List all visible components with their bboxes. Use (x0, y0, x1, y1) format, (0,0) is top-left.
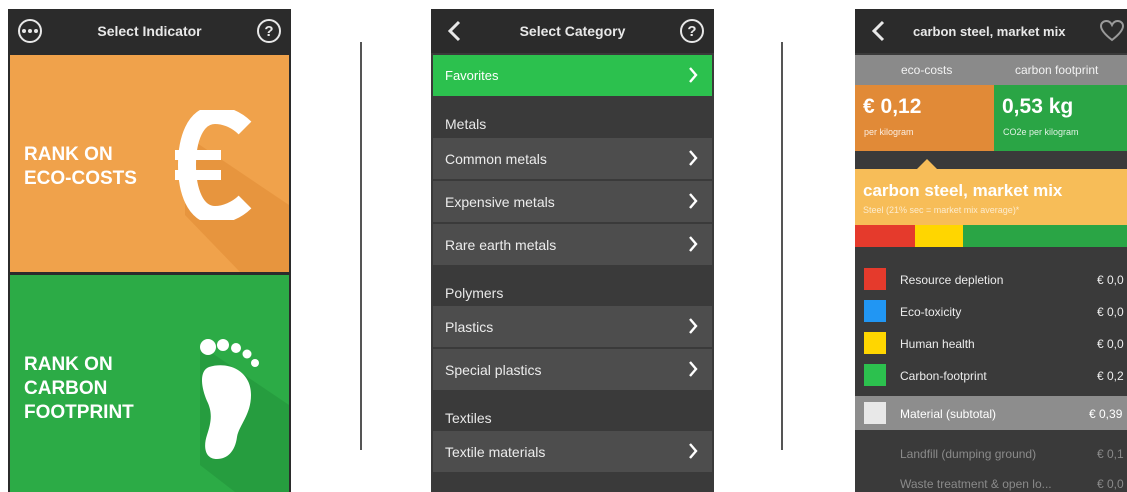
more-dots-icon[interactable] (18, 19, 42, 43)
end-of-life-row: Landfill (dumping ground) € 0,1 (900, 447, 1127, 461)
material-detail-screen: carbon steel, market mix eco-costs carbo… (855, 9, 1127, 492)
impact-name: Eco-toxicity (900, 305, 962, 319)
end-of-life-row: Waste treatment & open lo... € 0,0 (900, 477, 1127, 491)
chevron-right-icon (689, 443, 698, 459)
help-icon[interactable]: ? (257, 19, 281, 43)
subtotal-value: € 0,39 (1089, 407, 1123, 421)
score-segment-green (963, 225, 1127, 247)
top-bar: Select Indicator ? (8, 9, 291, 53)
material-subtotal-row: Material (subtotal) € 0,39 (855, 396, 1127, 430)
end-of-life-value: € 0,0 (1097, 477, 1124, 491)
impact-value: € 0,0 (1097, 337, 1124, 351)
indicator-tabs: eco-costs carbon footprint (855, 55, 1127, 85)
screen-title: carbon steel, market mix (913, 23, 1066, 39)
score-segment-yellow (915, 225, 963, 247)
tab-eco-costs[interactable]: eco-costs (901, 63, 952, 77)
impact-name: Resource depletion (900, 273, 1004, 287)
footprint-icon (200, 339, 259, 459)
favorites-label: Favorites (445, 68, 499, 83)
impact-name: Human health (900, 337, 975, 351)
material-card: carbon steel, market mix Steel (21% sec … (855, 169, 1127, 225)
rank-carbon-footprint-tile[interactable]: RANK ON CARBON FOOTPRINT (10, 275, 289, 492)
chevron-right-icon (689, 236, 698, 252)
impact-row: Eco-toxicity € 0,0 (855, 297, 1127, 327)
eco-costs-unit: per kilogram (864, 127, 914, 137)
favorites-row[interactable]: Favorites (433, 55, 712, 96)
eco-costs-value: € 0,12 (863, 95, 922, 118)
rank-eco-costs-tile[interactable]: RANK ON ECO-COSTS (10, 55, 289, 272)
impact-value: € 0,2 (1097, 369, 1124, 383)
select-indicator-screen: Select Indicator ? RANK ON ECO-COSTS RAN… (8, 9, 291, 492)
select-category-screen: Select Category ? Favorites Metals Commo… (431, 9, 714, 492)
help-icon[interactable]: ? (680, 19, 704, 43)
category-label: Rare earth metals (445, 236, 557, 253)
tile-label: RANK ON CARBON FOOTPRINT (24, 353, 134, 425)
chevron-right-icon (689, 67, 698, 83)
chevron-right-icon (689, 318, 698, 334)
screen-title: Select Category (519, 23, 626, 39)
impact-value: € 0,0 (1097, 305, 1124, 319)
carbon-footprint-unit: CO2e per kilogram (1003, 127, 1079, 137)
tile-label-line: FOOTPRINT (24, 402, 134, 423)
section-heading: Metals (445, 116, 487, 132)
material-subtitle: Steel (21% sec = market mix average)* (863, 205, 1020, 215)
chevron-right-icon (689, 193, 698, 209)
subtotal-swatch (864, 402, 886, 424)
carbon-footprint-value: 0,53 kg (1002, 95, 1074, 118)
impact-value: € 0,0 (1097, 273, 1124, 287)
tile-label-line: ECO-COSTS (24, 168, 137, 189)
chevron-right-icon (689, 150, 698, 166)
tile-label-line: CARBON (24, 378, 108, 399)
chevron-right-icon (689, 361, 698, 377)
pointer-caret (917, 159, 937, 169)
panel-divider (781, 42, 783, 450)
end-of-life-name: Landfill (dumping ground) (900, 447, 1037, 461)
impact-name: Carbon-footprint (900, 369, 987, 383)
score-segment-red (855, 225, 915, 247)
tile-label-line: RANK ON (24, 354, 113, 375)
end-of-life-name: Waste treatment & open lo... (900, 477, 1052, 491)
top-bar: carbon steel, market mix (855, 9, 1127, 53)
impact-color-swatch (864, 300, 886, 322)
euro-icon (175, 110, 252, 220)
tile-label-line: RANK ON (24, 144, 113, 165)
tile-label: RANK ON ECO-COSTS (24, 143, 137, 191)
impact-row: Human health € 0,0 (855, 329, 1127, 359)
score-bar (855, 225, 1127, 247)
panel-divider (360, 42, 362, 450)
eco-costs-value-box: € 0,12 per kilogram (855, 85, 994, 151)
category-row[interactable]: Plastics (433, 306, 712, 347)
section-heading: Textiles (445, 410, 492, 426)
category-row[interactable]: Common metals (433, 138, 712, 179)
carbon-footprint-value-box: 0,53 kg CO2e per kilogram (994, 85, 1127, 151)
impact-row: Carbon-footprint € 0,2 (855, 361, 1127, 391)
impact-row: Resource depletion € 0,0 (855, 265, 1127, 295)
category-row[interactable]: Textile materials (433, 431, 712, 472)
category-row[interactable]: Rare earth metals (433, 224, 712, 265)
screen-title: Select Indicator (97, 23, 202, 39)
section-heading: Polymers (445, 285, 504, 301)
category-label: Common metals (445, 150, 547, 167)
impact-color-swatch (864, 364, 886, 386)
back-chevron-icon[interactable] (443, 19, 467, 43)
category-label: Plastics (445, 318, 494, 335)
impact-color-swatch (864, 268, 886, 290)
impact-color-swatch (864, 332, 886, 354)
top-bar: Select Category ? (431, 9, 714, 53)
material-title: carbon steel, market mix (863, 181, 1063, 200)
back-chevron-icon[interactable] (867, 19, 891, 43)
category-label: Special plastics (445, 361, 542, 378)
end-of-life-value: € 0,1 (1097, 447, 1124, 461)
tab-carbon-footprint[interactable]: carbon footprint (1015, 63, 1098, 77)
category-label: Textile materials (445, 443, 546, 460)
category-row[interactable]: Expensive metals (433, 181, 712, 222)
category-row[interactable]: Special plastics (433, 349, 712, 390)
favorite-heart-icon[interactable] (1099, 20, 1125, 42)
category-label: Expensive metals (445, 193, 555, 210)
subtotal-name: Material (subtotal) (900, 407, 997, 421)
